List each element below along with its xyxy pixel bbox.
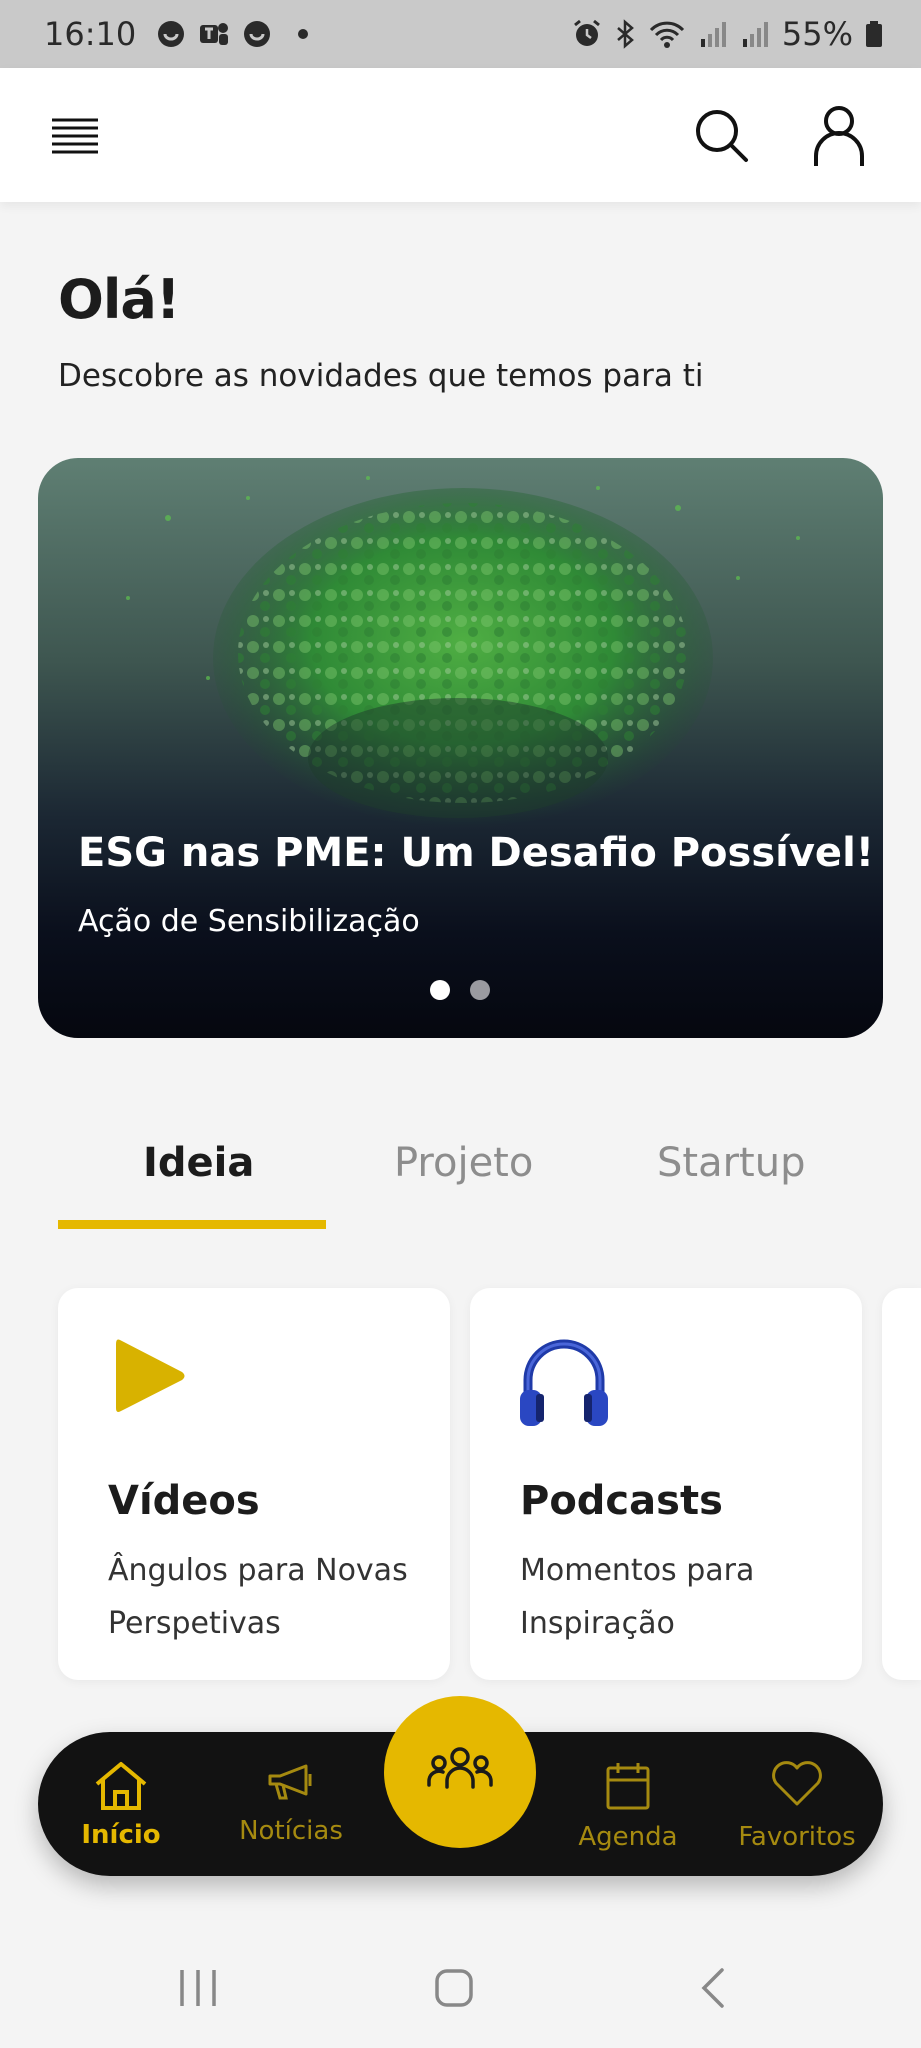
card-description: Momentos para Inspiração <box>520 1553 755 1641</box>
tab-projeto[interactable]: Projeto <box>394 1140 533 1186</box>
battery-icon <box>865 19 883 49</box>
tab-startup[interactable]: Startup <box>657 1140 805 1186</box>
card-videos[interactable]: Vídeos Ângulos para Novas Perspetivas <box>58 1288 450 1680</box>
nav-favoritos[interactable]: Favoritos <box>722 1732 872 1876</box>
back-icon[interactable] <box>698 1966 728 2010</box>
notification-dot <box>298 29 309 39</box>
play-icon <box>110 1334 190 1422</box>
greeting-title: Olá! <box>58 268 180 331</box>
community-button[interactable] <box>384 1696 536 1848</box>
hero-subtitle: Ação de Sensibilização <box>78 904 420 939</box>
search-icon[interactable] <box>692 106 752 166</box>
headphones-icon <box>516 1334 612 1434</box>
calendar-icon <box>606 1763 650 1810</box>
app-header <box>0 68 921 202</box>
signal-icon <box>698 19 728 49</box>
nav-label: Favoritos <box>738 1822 856 1852</box>
nav-noticias[interactable]: Notícias <box>216 1732 366 1876</box>
nav-label: Início <box>81 1820 161 1850</box>
nav-label: Notícias <box>239 1816 343 1846</box>
recent-apps-icon[interactable] <box>178 1968 218 2008</box>
chat-bubble-icon <box>242 19 272 49</box>
card-next-peek[interactable] <box>882 1288 921 1680</box>
home-icon <box>95 1762 147 1810</box>
hero-carousel[interactable]: ESG nas PME: Um Desafio Possível! Ação d… <box>38 458 883 1038</box>
card-podcasts[interactable]: Podcasts Momentos para Inspiração <box>470 1288 862 1680</box>
megaphone-icon <box>268 1764 312 1800</box>
carousel-dots <box>430 980 490 1000</box>
heart-icon <box>772 1761 822 1806</box>
greeting-subtitle: Descobre as novidades que temos para ti <box>58 358 704 394</box>
teams-icon <box>198 19 230 49</box>
nav-agenda[interactable]: Agenda <box>553 1732 703 1876</box>
home-button-icon[interactable] <box>434 1968 474 2008</box>
alarm-icon <box>572 19 602 49</box>
card-title: Podcasts <box>520 1478 723 1524</box>
active-tab-indicator <box>58 1220 326 1229</box>
card-description: Ângulos para Novas Perspetivas <box>108 1553 408 1641</box>
nav-inicio[interactable]: Início <box>46 1732 196 1876</box>
status-time: 16:10 <box>44 15 137 53</box>
wifi-icon <box>648 19 686 49</box>
carousel-dot[interactable] <box>470 980 490 1000</box>
nav-label: Agenda <box>578 1822 678 1852</box>
hero-title: ESG nas PME: Um Desafio Possível! <box>78 830 875 876</box>
bluetooth-icon <box>614 19 636 49</box>
battery-percent: 55% <box>781 15 853 53</box>
carousel-dot-active[interactable] <box>430 980 450 1000</box>
system-navigation-bar <box>0 1930 921 2048</box>
menu-icon[interactable] <box>52 114 98 158</box>
hero-tree-image <box>126 476 800 828</box>
card-title: Vídeos <box>108 1478 260 1524</box>
signal-icon <box>740 19 770 49</box>
community-icon <box>427 1747 493 1789</box>
chat-bubble-icon <box>156 19 186 49</box>
user-icon[interactable] <box>812 104 866 168</box>
tab-ideia[interactable]: Ideia <box>143 1140 254 1186</box>
status-bar: 16:10 55% <box>0 0 921 68</box>
